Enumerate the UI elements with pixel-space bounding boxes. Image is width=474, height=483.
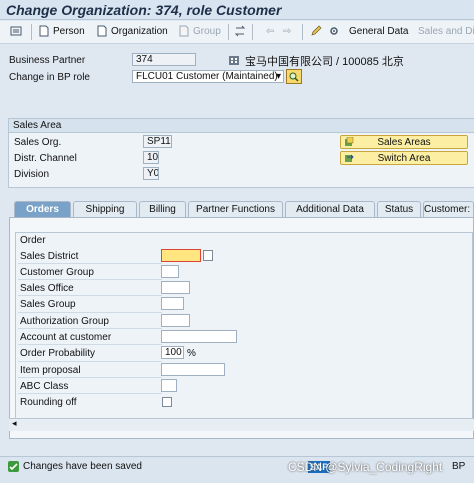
business-partner-field[interactable]: 374 <box>132 53 196 66</box>
order-probability-field[interactable]: 100 <box>161 346 184 359</box>
organization-button[interactable]: Organization <box>96 21 168 43</box>
value-help-icon[interactable] <box>203 250 213 261</box>
tab-billing[interactable]: Billing <box>139 201 186 217</box>
rounding-off-label: Rounding off <box>20 397 77 408</box>
sales-and-dist-button[interactable]: Sales and Di <box>418 21 474 43</box>
sales-office-label: Sales Office <box>20 283 74 294</box>
bp-role-dropdown[interactable]: FLCU01 Customer (Maintained) ▾ <box>132 70 284 83</box>
document-icon <box>97 25 107 37</box>
percent-unit: % <box>187 348 196 359</box>
success-check-icon <box>8 461 19 472</box>
sales-office-field[interactable] <box>161 281 190 294</box>
edit-icon[interactable] <box>310 21 325 43</box>
sales-areas-button[interactable]: Sales Areas <box>340 135 468 149</box>
person-button[interactable]: Person <box>38 21 85 43</box>
tab-orders[interactable]: Orders <box>14 201 71 217</box>
business-partner-label: Business Partner <box>9 55 86 66</box>
tab-customer-texts[interactable]: Customer: Te <box>423 201 474 217</box>
customer-group-label: Customer Group <box>20 267 94 278</box>
role-search-button[interactable] <box>286 69 302 84</box>
chevron-down-icon: ▾ <box>275 71 281 82</box>
item-proposal-field[interactable] <box>161 363 225 376</box>
sales-district-label: Sales District <box>20 251 79 262</box>
tab-status[interactable]: Status <box>377 201 421 217</box>
item-proposal-label: Item proposal <box>20 365 81 376</box>
division-field[interactable]: Y0 <box>143 167 159 180</box>
application-toolbar: Person Organization Group ⇦ ⇨ General Da… <box>0 21 474 44</box>
rounding-off-checkbox[interactable] <box>162 397 172 407</box>
switch-icon[interactable] <box>234 21 249 43</box>
sales-district-field[interactable] <box>161 249 201 262</box>
next-arrow-icon[interactable]: ⇨ <box>283 21 291 43</box>
distr-channel-label: Distr. Channel <box>14 153 77 164</box>
sales-group-field[interactable] <box>161 297 184 310</box>
system-indicator: BP <box>452 461 466 472</box>
status-message: Changes have been saved <box>23 461 142 472</box>
previous-arrow-icon[interactable]: ⇦ <box>266 21 274 43</box>
abc-class-field[interactable] <box>161 379 177 392</box>
account-at-customer-field[interactable] <box>161 330 237 343</box>
sales-org-label: Sales Org. <box>14 137 62 148</box>
search-icon <box>289 72 299 82</box>
general-data-button[interactable]: General Data <box>349 21 408 43</box>
bp-role-label: Change in BP role <box>9 72 90 83</box>
horizontal-scrollbar[interactable]: ◂ <box>9 418 474 431</box>
scroll-left-icon[interactable]: ◂ <box>12 418 17 429</box>
tab-shipping[interactable]: Shipping <box>73 201 137 217</box>
group-button[interactable]: Group <box>178 21 221 43</box>
watermark-text: CSDN @Sylvia_CodingRight <box>288 460 443 474</box>
order-title: Order <box>20 235 46 246</box>
authorization-group-field[interactable] <box>161 314 190 327</box>
window-title: Change Organization: 374, role Customer <box>0 0 474 20</box>
sales-areas-icon <box>345 137 354 146</box>
abc-class-label: ABC Class <box>20 381 69 392</box>
document-icon <box>179 25 189 37</box>
tab-partner-functions[interactable]: Partner Functions <box>188 201 283 217</box>
switch-area-icon <box>345 154 354 162</box>
sales-area-title: Sales Area <box>9 119 474 133</box>
settings-icon[interactable] <box>328 21 343 43</box>
authorization-group-label: Authorization Group <box>20 316 109 327</box>
tab-additional-data[interactable]: Additional Data <box>285 201 375 217</box>
sales-org-field[interactable]: SP11 <box>143 135 172 148</box>
document-icon <box>39 25 49 37</box>
switch-area-button[interactable]: Switch Area <box>340 151 468 165</box>
sales-group-label: Sales Group <box>20 299 76 310</box>
menu-icon[interactable] <box>10 21 25 43</box>
distr-channel-field[interactable]: 10 <box>143 151 159 164</box>
division-label: Division <box>14 169 50 180</box>
building-icon <box>229 56 239 65</box>
customer-group-field[interactable] <box>161 265 179 278</box>
account-at-customer-label: Account at customer <box>20 332 112 343</box>
order-probability-label: Order Probability <box>20 348 96 359</box>
business-partner-description: 宝马中国有限公司 / 100085 北京 <box>245 56 404 68</box>
